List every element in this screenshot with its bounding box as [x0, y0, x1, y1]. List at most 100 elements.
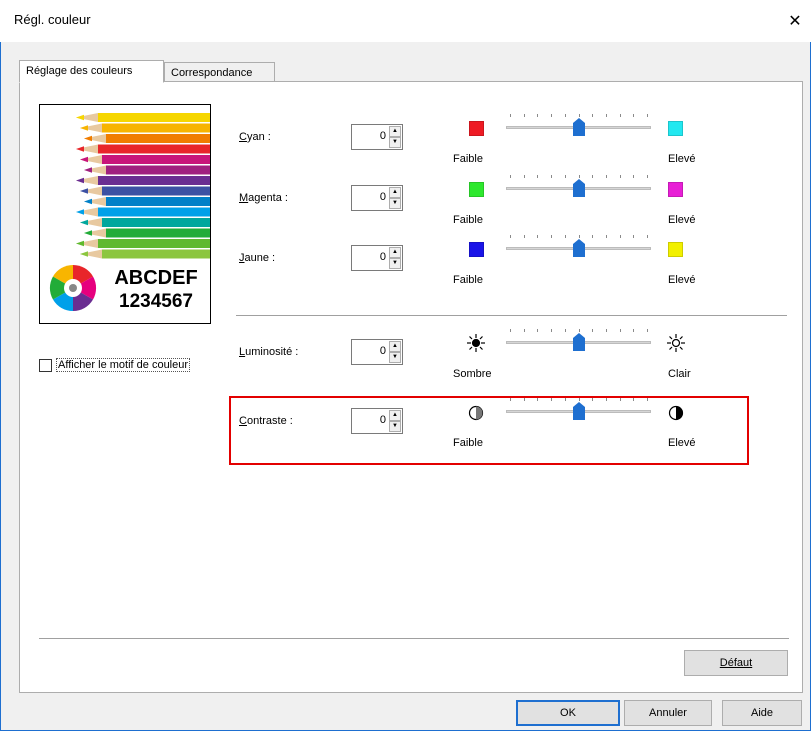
slider-tick — [551, 175, 553, 178]
spinner-buttons: ▲ ▼ — [389, 247, 401, 269]
window-title: Régl. couleur — [14, 12, 91, 27]
slider-right-label: Elevé — [668, 153, 696, 165]
slider-tick — [564, 114, 566, 117]
slider-tick — [537, 235, 539, 238]
slider-right-label: Elevé — [668, 214, 696, 226]
control-label: Magenta : — [239, 192, 288, 204]
slider-tick — [578, 329, 580, 332]
slider-tick — [523, 175, 525, 178]
contrast-highlight-box — [229, 396, 749, 465]
slider-tick — [633, 329, 635, 332]
close-icon: ✕ — [788, 13, 802, 30]
preview-text-letters: ABCDEF — [114, 267, 198, 289]
spinner-buttons: ▲ ▼ — [389, 126, 401, 148]
spinner-down-icon[interactable]: ▼ — [389, 137, 401, 148]
spinner-up-icon[interactable]: ▲ — [389, 247, 401, 258]
slider-tick — [633, 114, 635, 117]
help-button[interactable]: Aide — [722, 700, 802, 726]
checkbox-box[interactable] — [39, 358, 52, 372]
tab-correspondance[interactable]: Correspondance — [164, 62, 275, 82]
slider-tick — [592, 114, 594, 117]
magenta-square-icon — [668, 182, 683, 197]
slider-tick — [619, 114, 621, 117]
slider-tick — [578, 114, 580, 117]
value-spinner[interactable]: 0 ▲ ▼ — [351, 185, 403, 211]
slider-tick — [564, 329, 566, 332]
control-label-accesskey: C — [239, 131, 247, 143]
slider-thumb[interactable] — [572, 239, 585, 257]
slider-tick — [619, 175, 621, 178]
slider-tick — [605, 175, 607, 178]
cancel-button[interactable]: Annuler — [624, 700, 712, 726]
control-label: Luminosité : — [239, 346, 298, 358]
spinner-down-icon[interactable]: ▼ — [389, 258, 401, 269]
slider-tick — [510, 235, 511, 238]
slider-tick — [564, 175, 566, 178]
preview-text-numbers: 1234567 — [119, 291, 193, 312]
spinner-up-icon[interactable]: ▲ — [389, 341, 401, 352]
close-button[interactable]: ✕ — [782, 8, 808, 34]
slider-tick — [619, 235, 621, 238]
spinner-value: 0 — [379, 130, 386, 142]
ok-button[interactable]: OK — [516, 700, 620, 726]
slider-tick — [592, 235, 594, 238]
slider-left-label: Faible — [453, 274, 483, 286]
color-wheel-icon — [49, 264, 97, 312]
slider-tick — [551, 235, 553, 238]
slider-tick — [605, 114, 607, 117]
control-label-accesskey: M — [239, 192, 249, 204]
slider-thumb[interactable] — [572, 118, 585, 136]
cyan-square-icon — [668, 121, 683, 136]
spinner-buttons: ▲ ▼ — [389, 341, 401, 363]
title-bar — [0, 0, 811, 42]
spinner-down-icon[interactable]: ▼ — [389, 352, 401, 363]
slider-tick — [647, 175, 648, 178]
value-spinner[interactable]: 0 ▲ ▼ — [351, 245, 403, 271]
spinner-value: 0 — [379, 345, 386, 357]
spinner-value: 0 — [379, 191, 386, 203]
tab-reglage-des-couleurs[interactable]: Réglage des couleurs — [19, 60, 164, 83]
yellow-square-icon — [668, 242, 683, 257]
control-label-rest: yan : — [246, 131, 271, 143]
show-color-pattern-checkbox[interactable]: Afficher le motif de couleur — [39, 358, 191, 372]
slider-tick — [592, 175, 594, 178]
value-spinner[interactable]: 0 ▲ ▼ — [351, 124, 403, 150]
slider-thumb[interactable] — [572, 333, 585, 351]
red-square-icon — [469, 121, 484, 136]
slider-left-label: Sombre — [453, 368, 492, 380]
blue-square-icon — [469, 242, 484, 257]
spinner-up-icon[interactable]: ▲ — [389, 187, 401, 198]
spinner-up-icon[interactable]: ▲ — [389, 126, 401, 137]
spinner-value: 0 — [379, 251, 386, 263]
slider-tick — [647, 235, 648, 238]
default-button-label: Défaut — [719, 657, 753, 669]
slider-tick — [647, 329, 648, 332]
spinner-buttons: ▲ ▼ — [389, 187, 401, 209]
slider-right-label: Elevé — [668, 274, 696, 286]
slider-tick — [564, 235, 566, 238]
spinner-down-icon[interactable]: ▼ — [389, 198, 401, 209]
slider-tick — [551, 329, 553, 332]
slider-left-label: Faible — [453, 214, 483, 226]
checkbox-label: Afficher le motif de couleur — [56, 358, 191, 372]
value-spinner[interactable]: 0 ▲ ▼ — [351, 339, 403, 365]
slider-tick — [510, 329, 511, 332]
slider-left-label: Faible — [453, 153, 483, 165]
slider-tick — [605, 235, 607, 238]
slider-tick — [510, 114, 511, 117]
control-label-rest: uminosité : — [245, 346, 299, 358]
control-label-rest: agenta : — [248, 192, 288, 204]
slider-tick — [592, 329, 594, 332]
slider-right-label: Clair — [668, 368, 691, 380]
default-button[interactable]: Défaut — [684, 650, 788, 676]
slider-tick — [523, 329, 525, 332]
slider-tick — [523, 114, 525, 117]
slider-tick — [510, 175, 511, 178]
slider-tick — [578, 235, 580, 238]
control-label: Jaune : — [239, 252, 275, 264]
slider-tick — [633, 235, 635, 238]
slider-tick — [537, 329, 539, 332]
color-preview: ABCDEF 1234567 — [39, 104, 211, 324]
green-square-icon — [469, 182, 484, 197]
slider-thumb[interactable] — [572, 179, 585, 197]
